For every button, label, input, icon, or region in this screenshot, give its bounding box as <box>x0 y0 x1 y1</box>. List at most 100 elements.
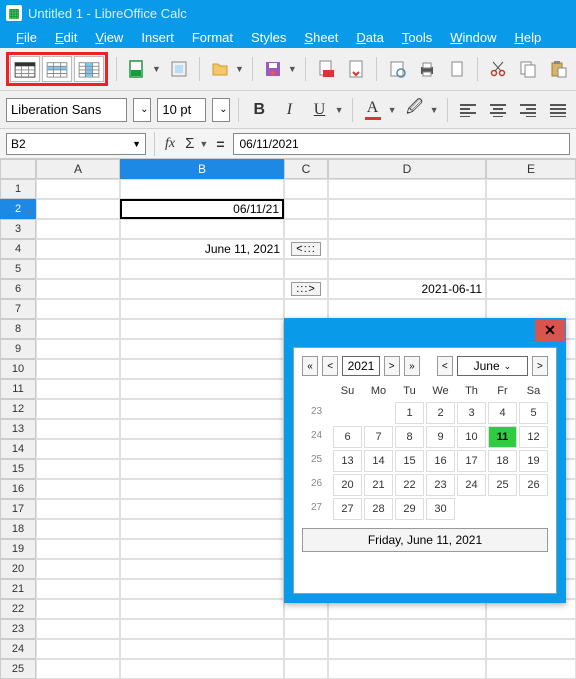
font-color-button[interactable]: A <box>360 97 384 123</box>
menu-sheet[interactable]: Sheet <box>296 28 346 47</box>
row-header-23[interactable]: 23 <box>0 619 36 639</box>
cell-B15[interactable] <box>120 459 284 479</box>
row-header-12[interactable]: 12 <box>0 399 36 419</box>
select-all-corner[interactable] <box>0 159 36 179</box>
dropdown-caret-icon[interactable]: ▼ <box>235 64 244 74</box>
cell-A10[interactable] <box>36 359 120 379</box>
cell-D1[interactable] <box>328 179 486 199</box>
calendar-day-10[interactable]: 10 <box>457 426 486 448</box>
row-header-16[interactable]: 16 <box>0 479 36 499</box>
calendar-day-6[interactable]: 6 <box>333 426 362 448</box>
calendar-day-13[interactable]: 13 <box>333 450 362 472</box>
calendar-day-15[interactable]: 15 <box>395 450 424 472</box>
month-next-button[interactable]: > <box>532 356 548 376</box>
calendar-insert-date-2[interactable] <box>42 56 72 82</box>
highlight-color-button[interactable]: 🖉 <box>403 97 427 123</box>
cell-reference-box[interactable]: B2 ▼ <box>6 133 146 155</box>
menu-file[interactable]: File <box>8 28 45 47</box>
dropdown-caret-icon[interactable]: ▼ <box>199 139 208 149</box>
cell-D23[interactable] <box>328 619 486 639</box>
calendar-day-2[interactable]: 2 <box>426 402 455 424</box>
cell-D3[interactable] <box>328 219 486 239</box>
cell-A14[interactable] <box>36 439 120 459</box>
print-button[interactable] <box>415 56 439 82</box>
row-header-4[interactable]: 4 <box>0 239 36 259</box>
templates-button[interactable] <box>167 56 191 82</box>
calendar-day-7[interactable]: 7 <box>364 426 393 448</box>
underline-button[interactable]: U <box>307 97 331 123</box>
row-header-15[interactable]: 15 <box>0 459 36 479</box>
cell-E4[interactable] <box>486 239 576 259</box>
calendar-insert-date-1[interactable] <box>10 56 40 82</box>
cell-A18[interactable] <box>36 519 120 539</box>
cell-E25[interactable] <box>486 659 576 679</box>
cell-A24[interactable] <box>36 639 120 659</box>
row-header-10[interactable]: 10 <box>0 359 36 379</box>
cell-A25[interactable] <box>36 659 120 679</box>
calendar-day-30[interactable]: 30 <box>426 498 455 520</box>
calendar-day-9[interactable]: 9 <box>426 426 455 448</box>
row-header-8[interactable]: 8 <box>0 319 36 339</box>
year-last-button[interactable]: » <box>404 356 420 376</box>
copy-button[interactable] <box>516 56 540 82</box>
cell-D5[interactable] <box>328 259 486 279</box>
print-preview-button[interactable] <box>385 56 409 82</box>
cell-B17[interactable] <box>120 499 284 519</box>
calendar-day-3[interactable]: 3 <box>457 402 486 424</box>
row-header-14[interactable]: 14 <box>0 439 36 459</box>
cell-A16[interactable] <box>36 479 120 499</box>
cell-C5[interactable] <box>284 259 328 279</box>
cell-E1[interactable] <box>486 179 576 199</box>
calendar-day-12[interactable]: 12 <box>519 426 548 448</box>
cell-A13[interactable] <box>36 419 120 439</box>
cell-A5[interactable] <box>36 259 120 279</box>
cell-B12[interactable] <box>120 399 284 419</box>
calendar-day-23[interactable]: 23 <box>426 474 455 496</box>
dropdown-caret-icon[interactable]: ▼ <box>388 105 397 115</box>
row-header-3[interactable]: 3 <box>0 219 36 239</box>
menu-styles[interactable]: Styles <box>243 28 294 47</box>
cell-D24[interactable] <box>328 639 486 659</box>
cell-B9[interactable] <box>120 339 284 359</box>
column-header-B[interactable]: B <box>120 159 284 179</box>
cell-B24[interactable] <box>120 639 284 659</box>
calendar-day-4[interactable]: 4 <box>488 402 517 424</box>
cell-D4[interactable] <box>328 239 486 259</box>
cell-A19[interactable] <box>36 539 120 559</box>
row-header-20[interactable]: 20 <box>0 559 36 579</box>
menu-help[interactable]: Help <box>506 28 549 47</box>
menu-window[interactable]: Window <box>442 28 504 47</box>
cell-D6[interactable]: 2021-06-11 <box>328 279 486 299</box>
cell-E3[interactable] <box>486 219 576 239</box>
cell-A3[interactable] <box>36 219 120 239</box>
row-header-18[interactable]: 18 <box>0 519 36 539</box>
italic-button[interactable]: I <box>277 97 301 123</box>
paste-button[interactable] <box>546 56 570 82</box>
calendar-day-14[interactable]: 14 <box>364 450 393 472</box>
cell-B16[interactable] <box>120 479 284 499</box>
column-header-A[interactable]: A <box>36 159 120 179</box>
save-button[interactable] <box>261 56 285 82</box>
new-doc-button[interactable] <box>125 56 149 82</box>
export-direct-button[interactable] <box>344 56 368 82</box>
cell-C4[interactable]: <::: <box>284 239 328 259</box>
dropdown-caret-icon[interactable]: ▼ <box>430 105 439 115</box>
cell-C2[interactable] <box>284 199 328 219</box>
cell-B6[interactable] <box>120 279 284 299</box>
cell-B19[interactable] <box>120 539 284 559</box>
cell-B5[interactable] <box>120 259 284 279</box>
menu-data[interactable]: Data <box>348 28 391 47</box>
row-header-13[interactable]: 13 <box>0 419 36 439</box>
calendar-insert-date-3[interactable] <box>74 56 104 82</box>
cell-B10[interactable] <box>120 359 284 379</box>
cell-B1[interactable] <box>120 179 284 199</box>
row-header-11[interactable]: 11 <box>0 379 36 399</box>
cell-B4[interactable]: June 11, 2021 <box>120 239 284 259</box>
calendar-day-25[interactable]: 25 <box>488 474 517 496</box>
cell-A22[interactable] <box>36 599 120 619</box>
calendar-day-29[interactable]: 29 <box>395 498 424 520</box>
cell-B2[interactable]: 06/11/21 <box>120 199 284 219</box>
cell-A4[interactable] <box>36 239 120 259</box>
row-header-9[interactable]: 9 <box>0 339 36 359</box>
cell-C24[interactable] <box>284 639 328 659</box>
